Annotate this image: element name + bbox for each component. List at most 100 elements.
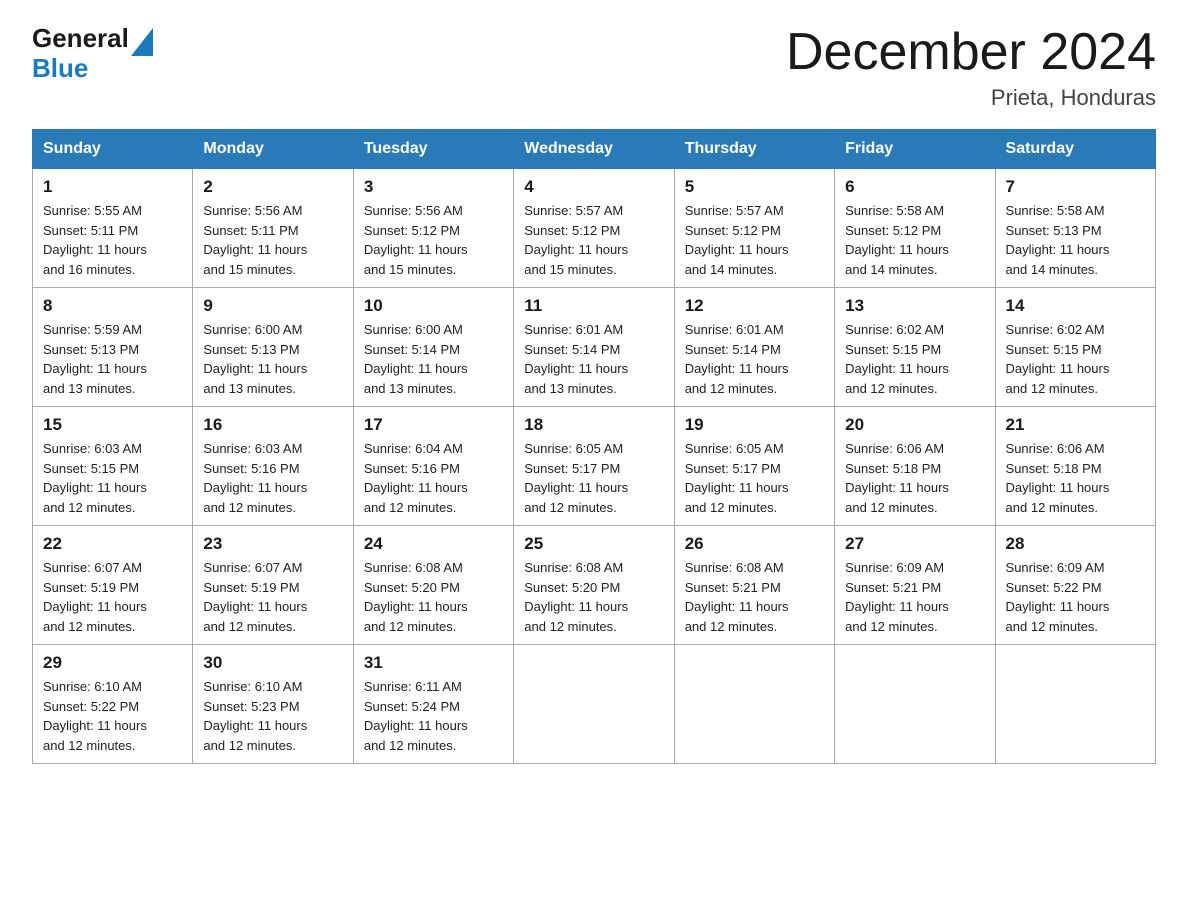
day-info: Sunrise: 5:58 AM Sunset: 5:13 PM Dayligh… (1006, 201, 1145, 279)
day-number: 13 (845, 296, 984, 316)
day-number: 2 (203, 177, 342, 197)
calendar-day-cell: 26Sunrise: 6:08 AM Sunset: 5:21 PM Dayli… (674, 526, 834, 645)
calendar-day-cell: 25 Sunrise: 6:08 AM Sunset: 5:20 PM Dayli… (514, 526, 674, 645)
calendar-day-cell: 28 Sunrise: 6:09 AM Sunset: 5:22 PM Dayli… (995, 526, 1155, 645)
day-info: Sunrise: 6:00 AM Sunset: 5:14 PM Dayligh… (364, 320, 503, 398)
day-number: 21 (1006, 415, 1145, 435)
day-number: 29 (43, 653, 182, 673)
day-of-week-header: Saturday (995, 130, 1155, 169)
calendar-day-cell (674, 645, 834, 764)
logo-general-text: General (32, 24, 129, 54)
day-number: 14 (1006, 296, 1145, 316)
page-header: General Blue December 2024 Prieta, Hondu… (32, 24, 1156, 111)
day-number: 9 (203, 296, 342, 316)
calendar-day-cell: 31Sunrise: 6:11 AM Sunset: 5:24 PM Dayli… (353, 645, 513, 764)
day-number: 3 (364, 177, 503, 197)
day-number: 24 (364, 534, 503, 554)
day-of-week-header: Sunday (33, 130, 193, 169)
calendar-day-cell: 6Sunrise: 5:58 AM Sunset: 5:12 PM Daylig… (835, 169, 995, 288)
day-info: Sunrise: 6:00 AM Sunset: 5:13 PM Dayligh… (203, 320, 342, 398)
day-number: 4 (524, 177, 663, 197)
day-number: 1 (43, 177, 182, 197)
day-of-week-header: Friday (835, 130, 995, 169)
title-block: December 2024 Prieta, Honduras (786, 24, 1156, 111)
day-info: Sunrise: 6:05 AM Sunset: 5:17 PM Dayligh… (685, 439, 824, 517)
calendar-day-cell: 1Sunrise: 5:55 AM Sunset: 5:11 PM Daylig… (33, 169, 193, 288)
day-info: Sunrise: 6:02 AM Sunset: 5:15 PM Dayligh… (1006, 320, 1145, 398)
day-info: Sunrise: 6:03 AM Sunset: 5:15 PM Dayligh… (43, 439, 182, 517)
calendar-header-row: SundayMondayTuesdayWednesdayThursdayFrid… (33, 130, 1156, 169)
calendar-day-cell: 8Sunrise: 5:59 AM Sunset: 5:13 PM Daylig… (33, 288, 193, 407)
day-of-week-header: Thursday (674, 130, 834, 169)
calendar-day-cell: 5 Sunrise: 5:57 AM Sunset: 5:12 PM Daylig… (674, 169, 834, 288)
day-number: 15 (43, 415, 182, 435)
calendar-day-cell: 7 Sunrise: 5:58 AM Sunset: 5:13 PM Daylig… (995, 169, 1155, 288)
day-number: 18 (524, 415, 663, 435)
day-info: Sunrise: 6:10 AM Sunset: 5:22 PM Dayligh… (43, 677, 182, 755)
calendar-day-cell: 12Sunrise: 6:01 AM Sunset: 5:14 PM Dayli… (674, 288, 834, 407)
day-number: 20 (845, 415, 984, 435)
logo-blue-text: Blue (32, 53, 88, 83)
calendar-day-cell: 14 Sunrise: 6:02 AM Sunset: 5:15 PM Dayli… (995, 288, 1155, 407)
day-info: Sunrise: 6:07 AM Sunset: 5:19 PM Dayligh… (203, 558, 342, 636)
day-info: Sunrise: 6:06 AM Sunset: 5:18 PM Dayligh… (845, 439, 984, 517)
day-info: Sunrise: 6:05 AM Sunset: 5:17 PM Dayligh… (524, 439, 663, 517)
day-number: 27 (845, 534, 984, 554)
day-number: 30 (203, 653, 342, 673)
day-info: Sunrise: 6:07 AM Sunset: 5:19 PM Dayligh… (43, 558, 182, 636)
day-info: Sunrise: 6:03 AM Sunset: 5:16 PM Dayligh… (203, 439, 342, 517)
calendar-day-cell: 13 Sunrise: 6:02 AM Sunset: 5:15 PM Dayli… (835, 288, 995, 407)
calendar-day-cell: 30 Sunrise: 6:10 AM Sunset: 5:23 PM Dayli… (193, 645, 353, 764)
day-number: 17 (364, 415, 503, 435)
day-number: 11 (524, 296, 663, 316)
day-number: 23 (203, 534, 342, 554)
calendar-day-cell (835, 645, 995, 764)
day-info: Sunrise: 6:08 AM Sunset: 5:20 PM Dayligh… (524, 558, 663, 636)
day-info: Sunrise: 6:09 AM Sunset: 5:22 PM Dayligh… (1006, 558, 1145, 636)
calendar-week-row: 29 Sunrise: 6:10 AM Sunset: 5:22 PM Dayli… (33, 645, 1156, 764)
calendar-day-cell: 27Sunrise: 6:09 AM Sunset: 5:21 PM Dayli… (835, 526, 995, 645)
calendar-day-cell: 24 Sunrise: 6:08 AM Sunset: 5:20 PM Dayli… (353, 526, 513, 645)
day-of-week-header: Monday (193, 130, 353, 169)
calendar-day-cell: 21 Sunrise: 6:06 AM Sunset: 5:18 PM Dayli… (995, 407, 1155, 526)
day-info: Sunrise: 6:02 AM Sunset: 5:15 PM Dayligh… (845, 320, 984, 398)
calendar-day-cell: 9 Sunrise: 6:00 AM Sunset: 5:13 PM Daylig… (193, 288, 353, 407)
calendar-day-cell: 18 Sunrise: 6:05 AM Sunset: 5:17 PM Dayli… (514, 407, 674, 526)
calendar-week-row: 22 Sunrise: 6:07 AM Sunset: 5:19 PM Dayli… (33, 526, 1156, 645)
calendar-day-cell: 16 Sunrise: 6:03 AM Sunset: 5:16 PM Dayli… (193, 407, 353, 526)
day-number: 28 (1006, 534, 1145, 554)
day-info: Sunrise: 5:57 AM Sunset: 5:12 PM Dayligh… (685, 201, 824, 279)
calendar-day-cell: 4 Sunrise: 5:57 AM Sunset: 5:12 PM Daylig… (514, 169, 674, 288)
day-number: 16 (203, 415, 342, 435)
calendar-week-row: 15 Sunrise: 6:03 AM Sunset: 5:15 PM Dayli… (33, 407, 1156, 526)
calendar-day-cell: 22 Sunrise: 6:07 AM Sunset: 5:19 PM Dayli… (33, 526, 193, 645)
calendar-day-cell: 29 Sunrise: 6:10 AM Sunset: 5:22 PM Dayli… (33, 645, 193, 764)
day-info: Sunrise: 5:58 AM Sunset: 5:12 PM Dayligh… (845, 201, 984, 279)
day-info: Sunrise: 6:01 AM Sunset: 5:14 PM Dayligh… (524, 320, 663, 398)
calendar-day-cell: 20 Sunrise: 6:06 AM Sunset: 5:18 PM Dayli… (835, 407, 995, 526)
calendar-day-cell (995, 645, 1155, 764)
calendar-table: SundayMondayTuesdayWednesdayThursdayFrid… (32, 129, 1156, 764)
day-info: Sunrise: 6:06 AM Sunset: 5:18 PM Dayligh… (1006, 439, 1145, 517)
day-number: 31 (364, 653, 503, 673)
day-number: 10 (364, 296, 503, 316)
day-number: 5 (685, 177, 824, 197)
day-number: 25 (524, 534, 663, 554)
calendar-week-row: 1Sunrise: 5:55 AM Sunset: 5:11 PM Daylig… (33, 169, 1156, 288)
calendar-day-cell: 2Sunrise: 5:56 AM Sunset: 5:11 PM Daylig… (193, 169, 353, 288)
day-number: 22 (43, 534, 182, 554)
day-number: 7 (1006, 177, 1145, 197)
day-info: Sunrise: 5:56 AM Sunset: 5:12 PM Dayligh… (364, 201, 503, 279)
day-of-week-header: Wednesday (514, 130, 674, 169)
calendar-day-cell: 23 Sunrise: 6:07 AM Sunset: 5:19 PM Dayli… (193, 526, 353, 645)
calendar-day-cell (514, 645, 674, 764)
day-info: Sunrise: 6:01 AM Sunset: 5:14 PM Dayligh… (685, 320, 824, 398)
calendar-day-cell: 15 Sunrise: 6:03 AM Sunset: 5:15 PM Dayli… (33, 407, 193, 526)
day-info: Sunrise: 6:10 AM Sunset: 5:23 PM Dayligh… (203, 677, 342, 755)
calendar-title: December 2024 (786, 24, 1156, 81)
logo: General Blue (32, 24, 153, 84)
day-number: 26 (685, 534, 824, 554)
day-info: Sunrise: 6:08 AM Sunset: 5:20 PM Dayligh… (364, 558, 503, 636)
day-info: Sunrise: 5:57 AM Sunset: 5:12 PM Dayligh… (524, 201, 663, 279)
calendar-day-cell: 19Sunrise: 6:05 AM Sunset: 5:17 PM Dayli… (674, 407, 834, 526)
